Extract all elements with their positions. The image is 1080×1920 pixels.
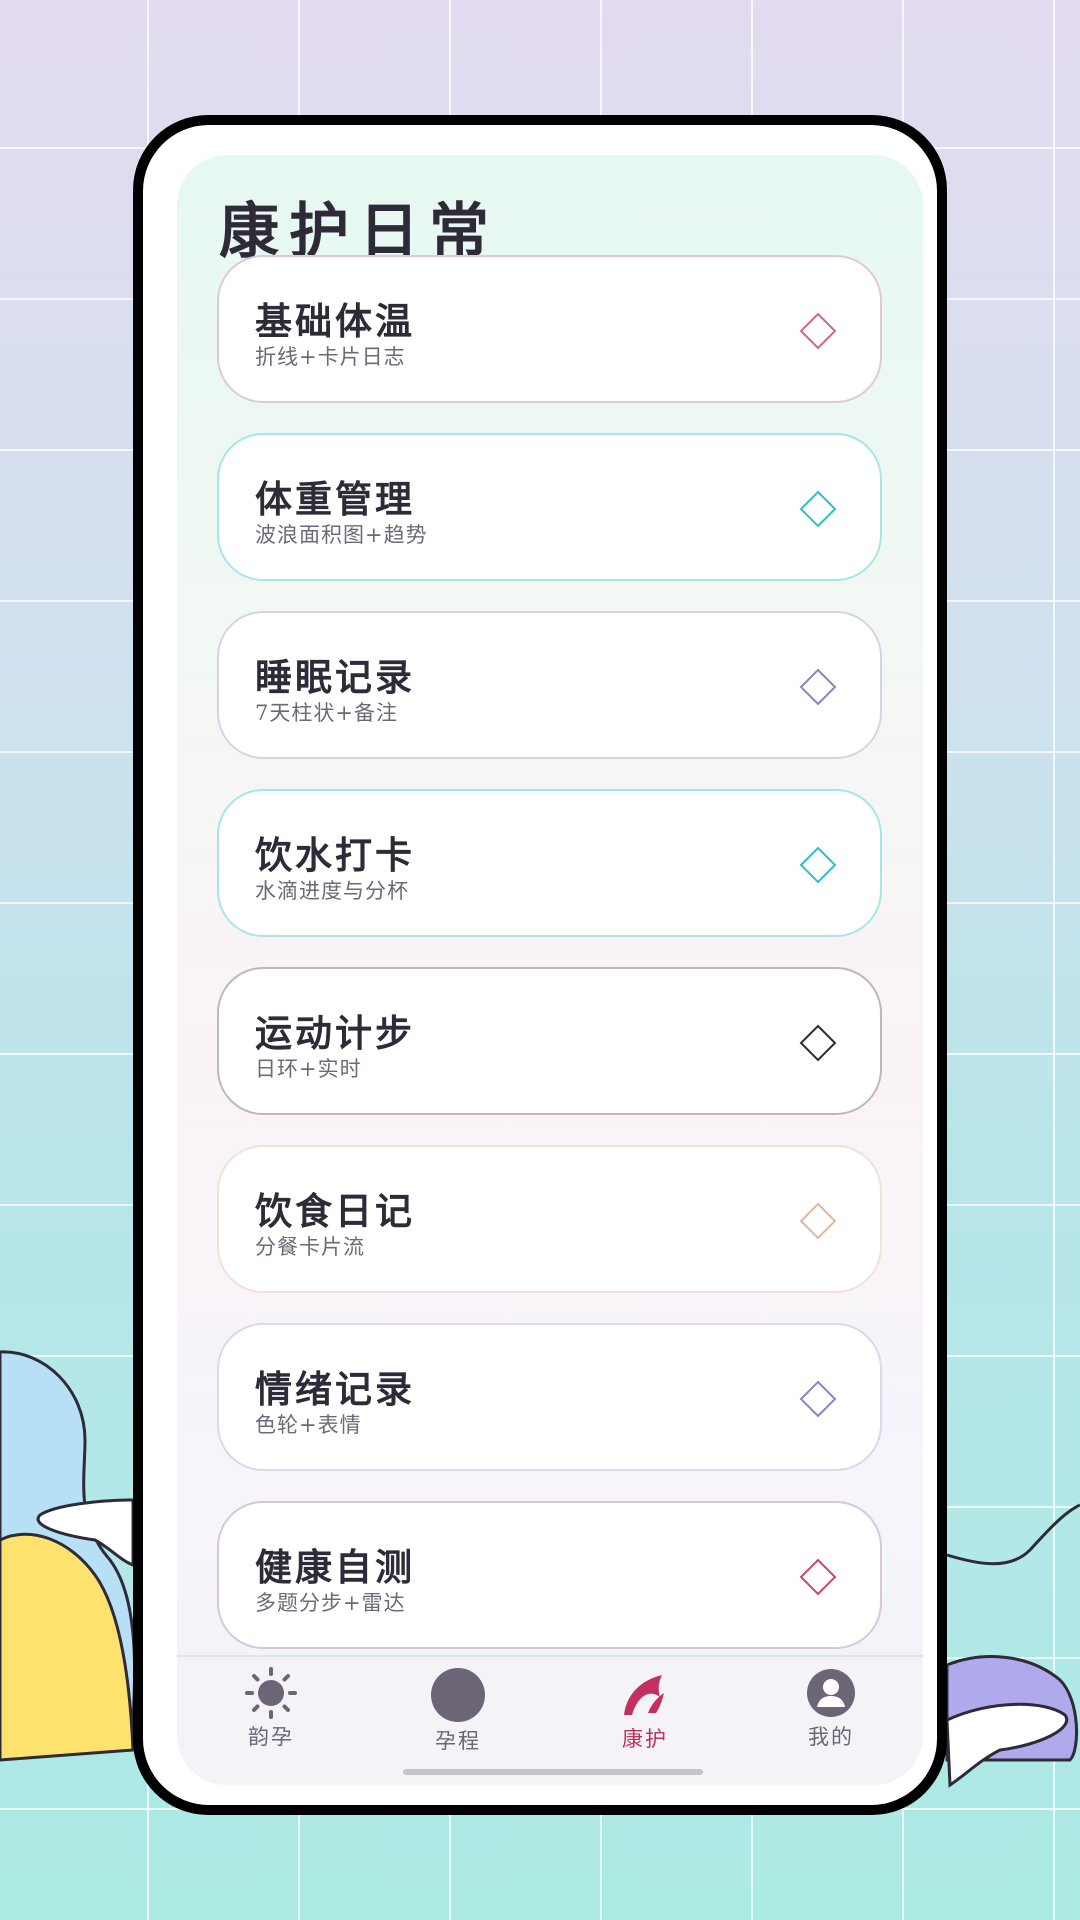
feature-card[interactable]: 体重管理 波浪面积图+趋势 [217, 433, 882, 581]
card-title: 情绪记录 [255, 1367, 415, 1411]
phone-frame: 康护日常 基础体温 折线+卡片日志 体重管理 波浪面积图+趋势 睡眠记录 7天柱状+备注饮… [133, 115, 947, 1815]
card-subtitle: 多题分步+雷达 [255, 1591, 406, 1615]
diamond-icon [799, 1380, 837, 1418]
feature-card[interactable]: 饮水打卡 水滴进度与分杯 [217, 789, 882, 937]
diamond-icon [799, 1024, 837, 1062]
card-title: 运动计步 [255, 1011, 415, 1055]
card-subtitle: 日环+实时 [255, 1057, 362, 1081]
feature-card[interactable]: 健康自测 多题分步+雷达 [217, 1501, 882, 1649]
sun-icon [245, 1667, 297, 1719]
card-subtitle: 色轮+表情 [255, 1413, 362, 1437]
tab-label: 孕程 [435, 1729, 481, 1753]
tab-label: 我的 [808, 1725, 854, 1749]
diamond-icon [799, 846, 837, 884]
card-subtitle: 7天柱状+备注 [255, 701, 398, 725]
circle-icon [431, 1668, 485, 1722]
card-title: 体重管理 [255, 477, 415, 521]
feature-card[interactable]: 情绪记录 色轮+表情 [217, 1323, 882, 1471]
card-title: 睡眠记录 [255, 655, 415, 699]
user-icon [807, 1669, 855, 1717]
feature-card[interactable]: 基础体温 折线+卡片日志 [217, 255, 882, 403]
tab-profile[interactable]: 我的 [771, 1667, 891, 1757]
tab-yunyun[interactable]: 韵孕 [211, 1667, 331, 1757]
feature-card[interactable]: 饮食日记 分餐卡片流 [217, 1145, 882, 1293]
diamond-icon [799, 312, 837, 350]
diamond-icon [799, 1558, 837, 1596]
tab-label: 韵孕 [248, 1725, 294, 1749]
card-title: 健康自测 [255, 1545, 415, 1589]
card-subtitle: 分餐卡片流 [255, 1235, 365, 1259]
card-subtitle: 水滴进度与分杯 [255, 879, 409, 903]
feature-card[interactable]: 睡眠记录 7天柱状+备注 [217, 611, 882, 759]
feature-card[interactable]: 运动计步 日环+实时 [217, 967, 882, 1115]
card-subtitle: 折线+卡片日志 [255, 345, 406, 369]
tab-yuncheng[interactable]: 孕程 [398, 1667, 518, 1757]
tab-label: 康护 [622, 1727, 668, 1751]
card-title: 基础体温 [255, 299, 415, 343]
app-screen: 康护日常 基础体温 折线+卡片日志 体重管理 波浪面积图+趋势 睡眠记录 7天柱状+备注饮… [177, 155, 923, 1785]
leaf-icon [624, 1675, 664, 1715]
card-title: 饮水打卡 [255, 833, 415, 877]
diamond-icon [799, 490, 837, 528]
feature-card-list: 基础体温 折线+卡片日志 体重管理 波浪面积图+趋势 睡眠记录 7天柱状+备注 饮水打卡 水滴… [217, 255, 882, 1679]
diamond-icon [799, 1202, 837, 1240]
bottom-tab-bar: 韵孕 孕程 康护 我的 [177, 1655, 923, 1785]
home-indicator [403, 1769, 703, 1775]
card-subtitle: 波浪面积图+趋势 [255, 523, 428, 547]
card-title: 饮食日记 [255, 1189, 415, 1233]
diamond-icon [799, 668, 837, 706]
phone-bezel: 康护日常 基础体温 折线+卡片日志 体重管理 波浪面积图+趋势 睡眠记录 7天柱状+备注饮… [143, 125, 937, 1805]
tab-kanghu[interactable]: 康护 [585, 1667, 705, 1757]
